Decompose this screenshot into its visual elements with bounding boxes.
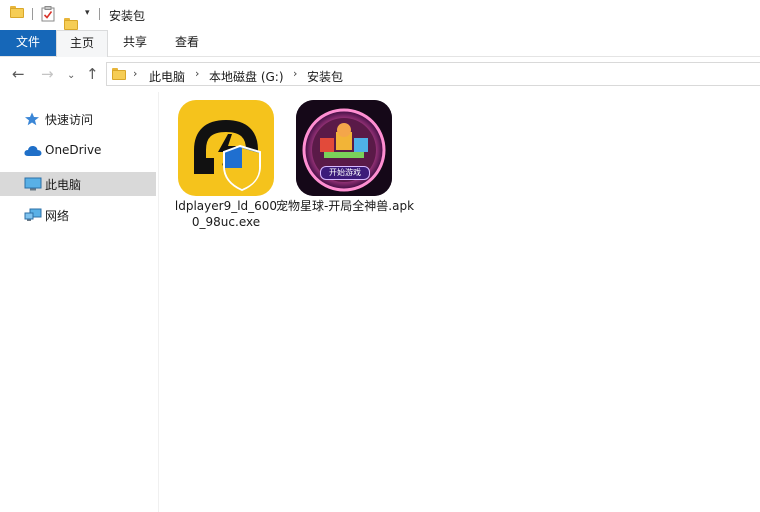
- window-title: 安装包: [109, 9, 146, 23]
- file-name: ldplayer9_ld_6000_98uc.exe: [174, 199, 278, 229]
- sidebar-item-label: 快速访问: [45, 113, 94, 127]
- address-bar[interactable]: › 此电脑 › 本地磁盘 (G:) › 安装包: [106, 62, 760, 86]
- tab-file[interactable]: 文件: [0, 30, 56, 56]
- monitor-icon: [24, 177, 42, 191]
- breadcrumb-folder[interactable]: 安装包: [307, 68, 343, 85]
- navigation-pane: 快速访问 OneDrive 此电脑 网络: [0, 92, 159, 512]
- tab-share[interactable]: 共享: [112, 30, 158, 56]
- sidebar-item-label: 此电脑: [45, 178, 82, 192]
- file-item[interactable]: ldplayer9_ld_6000_98uc.exe: [174, 100, 278, 232]
- breadcrumb-drive-g[interactable]: 本地磁盘 (G:): [209, 68, 284, 85]
- properties-icon[interactable]: [41, 6, 55, 25]
- new-folder-icon[interactable]: [64, 18, 78, 30]
- tab-home[interactable]: 主页: [56, 30, 108, 57]
- tab-view[interactable]: 查看: [164, 30, 210, 56]
- file-item[interactable]: 开始游戏 宠物星球-开局全神兽.apk: [276, 100, 440, 220]
- sidebar-item-network[interactable]: 网络: [0, 203, 156, 227]
- ldplayer-app-icon: [178, 100, 274, 196]
- game-app-icon: 开始游戏: [296, 100, 392, 196]
- title-bar: ▾ 安装包: [0, 0, 760, 30]
- folder-icon: [112, 68, 126, 80]
- breadcrumb-this-pc[interactable]: 此电脑: [149, 68, 185, 85]
- sidebar-item-quick-access[interactable]: 快速访问: [0, 107, 156, 131]
- back-arrow-icon[interactable]: ←: [12, 66, 25, 82]
- forward-arrow-icon[interactable]: →: [41, 66, 54, 82]
- toolbar-divider: [32, 8, 33, 20]
- toolbar-divider: [99, 8, 100, 20]
- chevron-right-icon[interactable]: ›: [133, 67, 137, 80]
- chevron-right-icon[interactable]: ›: [195, 67, 199, 80]
- chevron-right-icon[interactable]: ›: [293, 67, 297, 80]
- sidebar-item-label: 网络: [45, 209, 70, 223]
- sidebar-item-onedrive[interactable]: OneDrive: [0, 139, 156, 163]
- up-arrow-icon[interactable]: ↑: [86, 66, 99, 82]
- folder-icon[interactable]: [10, 6, 24, 18]
- network-icon: [24, 208, 42, 222]
- sidebar-item-label: OneDrive: [45, 143, 102, 157]
- customize-dropdown-icon[interactable]: ▾: [85, 8, 90, 18]
- star-icon: [24, 112, 40, 126]
- play-banner: 开始游戏: [320, 166, 370, 180]
- sidebar-item-this-pc[interactable]: 此电脑: [0, 172, 156, 196]
- ribbon: 文件 主页 共享 查看: [0, 30, 760, 57]
- cloud-icon: [24, 144, 42, 158]
- file-name: 宠物星球-开局全神兽.apk: [275, 199, 415, 213]
- recent-locations-chevron-icon[interactable]: ⌄: [67, 68, 75, 84]
